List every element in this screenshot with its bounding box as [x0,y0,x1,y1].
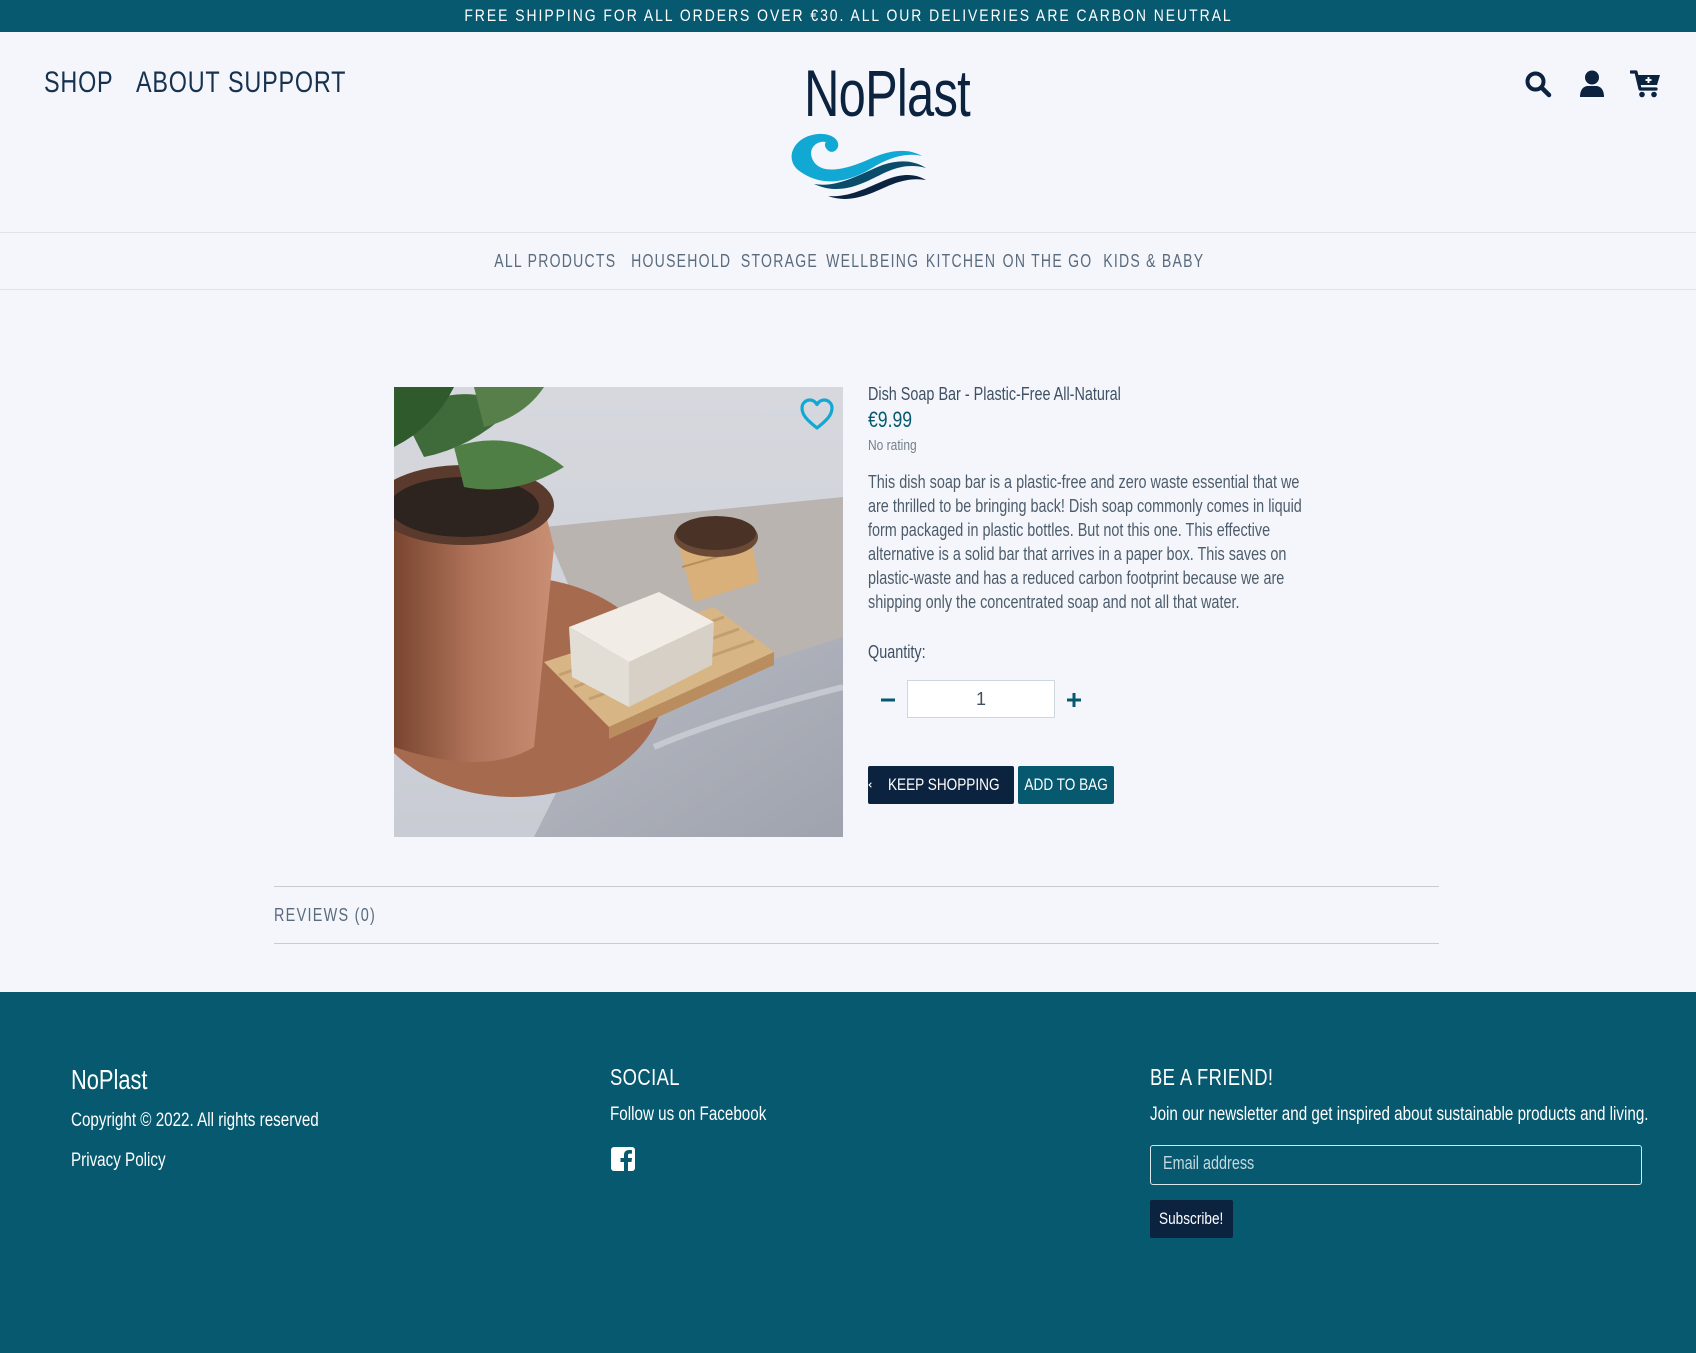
add-to-bag-button[interactable]: ADD TO BAG [1018,766,1114,804]
header-icons [1522,68,1662,100]
product-price: €9.99 [868,407,913,432]
footer-brand: NoPlast [71,1064,148,1095]
product-description: This dish soap bar is a plastic-free and… [868,472,1302,612]
quantity-input[interactable] [907,680,1055,718]
chevron-left-icon [868,782,872,788]
social-heading: SOCIAL [610,1064,680,1090]
add-to-bag-label: ADD TO BAG [1024,775,1108,794]
privacy-policy-link[interactable]: Privacy Policy [71,1150,166,1172]
category-wellbeing[interactable]: WELLBEING [826,251,919,272]
promo-text: FREE SHIPPING FOR ALL ORDERS OVER €30. A… [463,6,1233,25]
site-header: SHOP ABOUT SUPPORT NoPlast [0,32,1696,232]
minus-icon[interactable] [878,690,898,710]
reviews-tab[interactable]: REVIEWS (0) [274,886,1439,944]
social-text: Follow us on Facebook [610,1104,767,1125]
category-storage[interactable]: STORAGE [741,251,818,272]
wave-logo-icon [791,133,926,199]
site-logo[interactable]: NoPlast [775,58,971,204]
search-icon[interactable] [1522,68,1554,100]
category-on-the-go[interactable]: ON THE GO [1003,251,1093,272]
cart-icon[interactable] [1630,68,1662,100]
product-image [394,387,843,837]
category-nav: ALL PRODUCTS HOUSEHOLD STORAGE WELLBEING… [0,232,1696,290]
plus-icon[interactable] [1064,690,1084,710]
newsletter-text: Join our newsletter and get inspired abo… [1150,1104,1649,1125]
keep-shopping-button[interactable]: KEEP SHOPPING [868,766,1014,804]
footer-copyright: Copyright © 2022. All rights reserved [71,1110,319,1131]
nav-about-link[interactable]: ABOUT [136,66,220,100]
nav-shop-link[interactable]: SHOP [44,66,116,100]
nav-support-link[interactable]: SUPPORT [228,66,345,100]
user-icon[interactable] [1576,68,1608,100]
product-rating: No rating [868,437,917,454]
keep-shopping-label: KEEP SHOPPING [888,775,1001,794]
subscribe-label: Subscribe! [1159,1209,1224,1228]
category-household[interactable]: HOUSEHOLD [632,251,732,272]
category-kids-baby[interactable]: KIDS & BABY [1104,251,1205,272]
email-field[interactable] [1150,1145,1642,1185]
main-nav: SHOP ABOUT SUPPORT [44,66,348,100]
product-details: Dish Soap Bar - Plastic-Free All-Natural… [868,384,1308,614]
subscribe-button[interactable]: Subscribe! [1150,1200,1233,1238]
product-title: Dish Soap Bar - Plastic-Free All-Natural [868,384,1121,404]
logo-text: NoPlast [804,56,971,130]
quantity-label: Quantity: [868,642,926,662]
promo-banner: FREE SHIPPING FOR ALL ORDERS OVER €30. A… [0,0,1696,32]
facebook-icon[interactable] [610,1146,636,1172]
category-all-products[interactable]: ALL PRODUCTS [494,251,616,272]
reviews-label: REVIEWS (0) [274,904,377,925]
wishlist-heart-icon[interactable] [799,397,835,431]
category-kitchen[interactable]: KITCHEN [926,251,996,272]
newsletter-heading: BE A FRIEND! [1150,1064,1274,1090]
